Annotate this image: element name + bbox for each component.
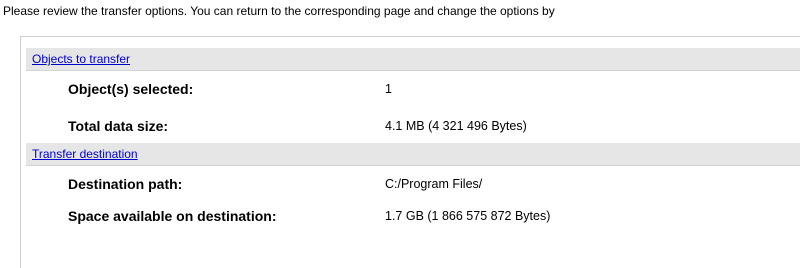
row-label: Space available on destination: (68, 208, 277, 224)
row-label: Object(s) selected: (68, 81, 194, 97)
objects-to-transfer-link[interactable]: Objects to transfer (32, 52, 130, 66)
summary-row-space-available: Space available on destination: 1.7 GB (… (0, 205, 780, 227)
row-value: C:/Program Files/ (385, 177, 483, 191)
instructions-text: Please review the transfer options. You … (3, 4, 555, 18)
row-value: 1 (385, 82, 392, 96)
summary-row-total-size: Total data size: 4.1 MB (4 321 496 Bytes… (0, 115, 780, 137)
row-value: 4.1 MB (4 321 496 Bytes) (385, 119, 527, 133)
section-header-objects: Objects to transfer (26, 48, 800, 71)
row-label: Total data size: (68, 118, 169, 134)
transfer-destination-link[interactable]: Transfer destination (32, 147, 138, 161)
panel-top-border (20, 36, 800, 37)
summary-row-destination-path: Destination path: C:/Program Files/ (0, 173, 780, 195)
summary-row-objects-selected: Object(s) selected: 1 (0, 78, 780, 100)
row-label: Destination path: (68, 176, 183, 192)
row-value: 1.7 GB (1 866 575 872 Bytes) (385, 209, 551, 223)
panel-frame (20, 36, 21, 268)
section-header-destination: Transfer destination (26, 143, 800, 166)
